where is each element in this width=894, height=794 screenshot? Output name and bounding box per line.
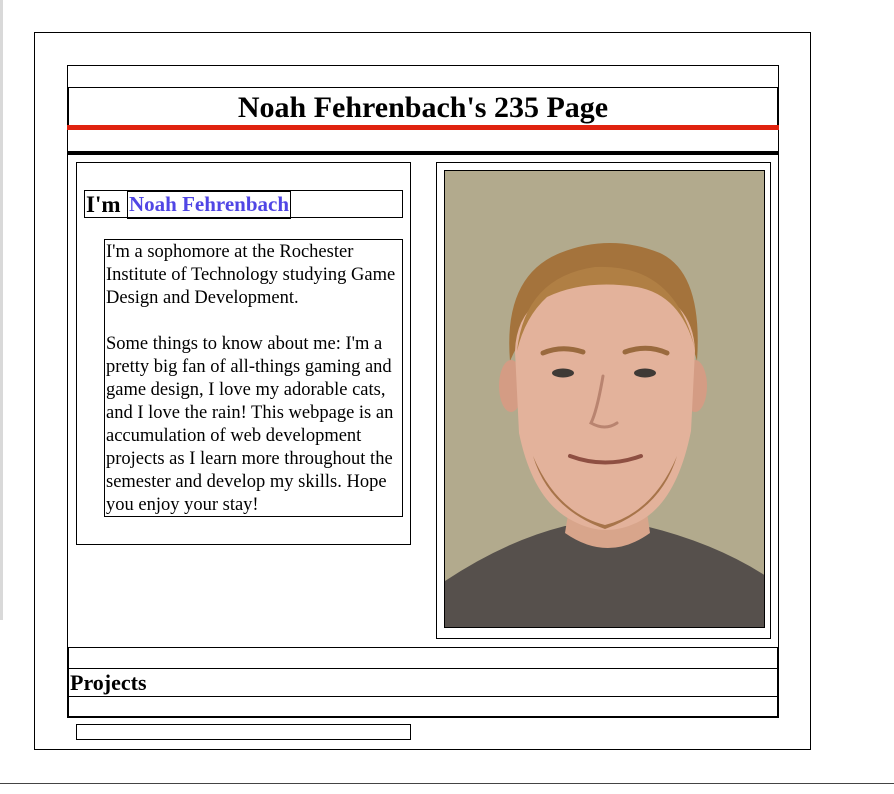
bio-paragraph: I'm a sophomore at the Rochester Institu… — [106, 242, 396, 308]
intro-name-link[interactable]: Noah Fehrenbach — [127, 191, 292, 219]
bio-text: I'm a sophomore at the Rochester Institu… — [104, 239, 403, 517]
page-header: Noah Fehrenbach's 235 Page — [67, 87, 779, 128]
page-bottom-divider — [0, 783, 894, 784]
bio-paragraph: Some things to know about me: I'm a pret… — [106, 334, 394, 515]
window-left-edge — [0, 0, 3, 620]
intro-heading: I'm Noah Fehrenbach — [84, 190, 403, 219]
intro-prefix: I'm — [86, 192, 121, 217]
profile-photo — [444, 170, 765, 628]
projects-heading: Projects — [67, 668, 778, 697]
project-card — [76, 724, 411, 740]
header-divider-bar — [67, 151, 779, 155]
header-accent-bar — [67, 125, 779, 130]
page-title: Noah Fehrenbach's 235 Page — [237, 91, 609, 124]
profile-photo-illustration — [445, 171, 764, 627]
